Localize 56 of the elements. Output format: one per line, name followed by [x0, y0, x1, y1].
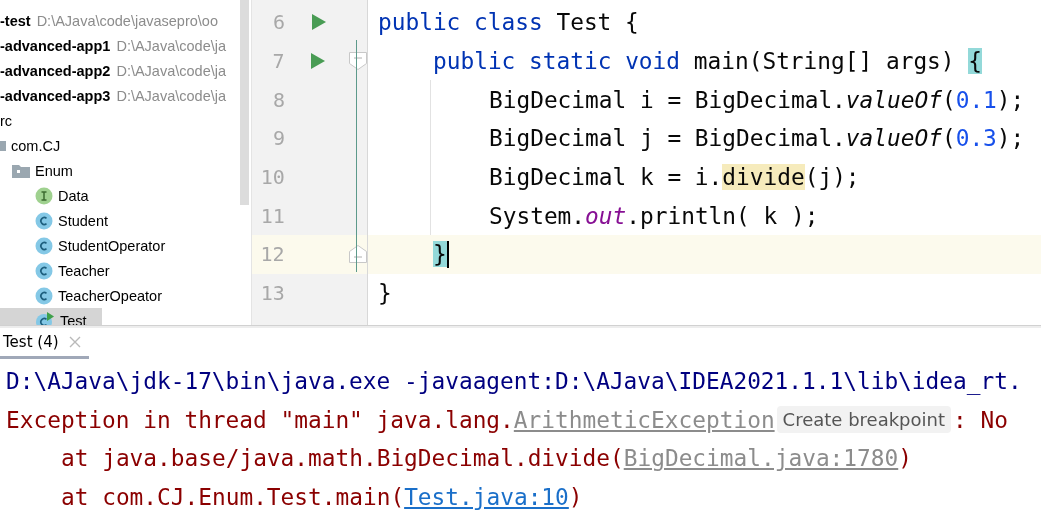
line-number: 7: [271, 49, 285, 74]
tree-item[interactable]: Enum: [0, 158, 102, 183]
tree-item[interactable]: -advanced-app2 D:\AJava\code\ja: [0, 58, 229, 83]
project-path: D:\AJava\code\ja: [116, 62, 227, 79]
tree-item-label: -advanced-app2: [0, 62, 111, 79]
tab-label: Test (4): [3, 333, 59, 351]
tree-item[interactable]: StudentOperator: [0, 233, 168, 258]
tree-item-label: rc: [0, 112, 13, 129]
code-line: BigDecimal i = BigDecimal.valueOf(0.1);: [489, 86, 1025, 113]
console-text: ): [898, 445, 912, 472]
line-number: 11: [259, 203, 285, 228]
tree-item[interactable]: Data: [0, 183, 102, 208]
console-text: : No: [953, 406, 1008, 433]
line-number: 6: [271, 10, 285, 35]
tree-item-label: Enum: [35, 162, 73, 179]
tree-item-label: -advanced-app1: [0, 37, 111, 54]
tree-item[interactable]: Student: [0, 208, 110, 233]
project-path: D:\AJava\code\javasepro\oo: [36, 12, 218, 29]
tree-item[interactable]: -advanced-app3 D:\AJava\code\ja: [0, 83, 229, 108]
tree-item-label: Student: [58, 212, 108, 229]
console-text: ): [568, 483, 583, 510]
tree-item-label: -advanced-app3: [0, 87, 111, 104]
tree-item[interactable]: Test: [0, 308, 102, 325]
project-path: D:\AJava\code\ja: [116, 37, 227, 54]
tree-item-label: StudentOperator: [58, 237, 166, 254]
console-text: D:\AJava\jdk-17\bin\java.exe -javaagent:D:\AJava\IDEA2021.1.1\lib\idea_rt.: [6, 368, 1022, 395]
tree-item[interactable]: -test D:\AJava\code\javasepro\oo: [0, 8, 220, 33]
tree-item-label: com.CJ: [11, 137, 61, 154]
tree-item[interactable]: Teacher: [0, 258, 112, 283]
tree-item[interactable]: -advanced-app1 D:\AJava\code\ja: [0, 33, 229, 58]
tree-item-label: TeacherOpeator: [58, 287, 162, 304]
console-text: Exception in thread "main" java.lang.: [6, 406, 514, 433]
tree-item[interactable]: TeacherOpeator: [0, 283, 164, 308]
line-number: 13: [259, 281, 285, 306]
console-text: at com.CJ.Enum.Test.main(: [61, 483, 405, 510]
line-number: 9: [271, 126, 285, 151]
line-number: 8: [271, 87, 285, 112]
tree-item-label: -test: [0, 12, 31, 29]
code-line: BigDecimal k = i.divide(j);: [489, 164, 860, 191]
project-path: D:\AJava\code\ja: [116, 87, 227, 104]
create-breakpoint-button[interactable]: Create breakpoint: [776, 406, 951, 434]
console-text: at java.base/java.math.BigDecimal.divide(: [61, 445, 624, 472]
code-line: BigDecimal j = BigDecimal.valueOf(0.3);: [489, 125, 1025, 152]
run-tab[interactable]: Test (4): [0, 328, 89, 359]
tree-item-label: Test: [60, 312, 87, 325]
code-line: public static void main(String[] args) {: [433, 48, 982, 75]
tree-item[interactable]: rc: [0, 108, 102, 133]
code-line: public class Test {: [378, 9, 639, 36]
tree-item[interactable]: com.CJ: [0, 133, 102, 158]
source-link[interactable]: Test.java:10: [404, 483, 569, 510]
tree-item-label: Teacher: [58, 262, 110, 279]
code-line: }: [378, 280, 392, 307]
tree-item-label: Data: [58, 187, 89, 204]
code-line: System.out.println( k );: [489, 202, 819, 229]
line-number: 10: [259, 165, 285, 190]
line-number: 12: [259, 242, 285, 267]
